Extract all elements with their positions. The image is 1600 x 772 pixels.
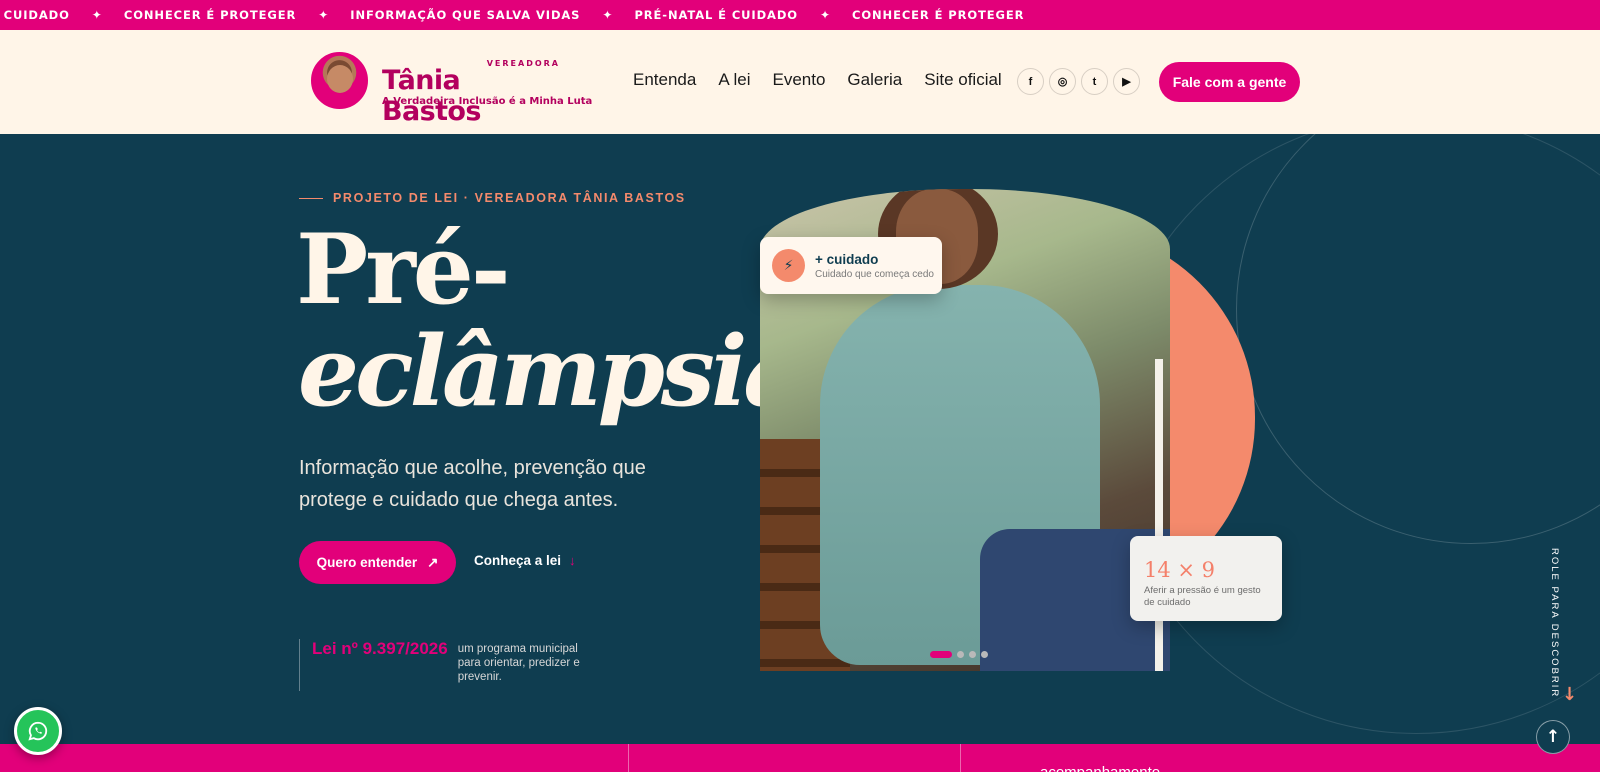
arrow-up-icon: ↑: [1545, 727, 1561, 747]
strip-divider: [960, 744, 961, 772]
strip-divider: [628, 744, 629, 772]
law-description: um programa municipal para orientar, pre…: [457, 643, 580, 683]
site-header: VEREADORA Tânia Bastos A Verdadeira Incl…: [0, 30, 1600, 134]
ticker-item: CONHECER É PROTEGER: [852, 8, 1025, 22]
announcement-ticker: É CUIDADO ✦ CONHECER É PROTEGER ✦ INFORM…: [0, 0, 1600, 30]
ticker-star-icon: ✦: [819, 8, 831, 22]
ticker-star-icon: ✦: [91, 8, 102, 22]
arrow-down-icon: ↓: [569, 553, 576, 568]
pressure-value: 14 × 9: [1144, 558, 1216, 582]
hero-title-line2: eclâmpsia: [298, 315, 806, 428]
avatar: [311, 52, 368, 109]
main-nav: Entenda A lei Evento Galeria Site oficia…: [633, 70, 1002, 90]
carousel-dot[interactable]: [969, 651, 976, 658]
nav-link-site-oficial[interactable]: Site oficial: [924, 70, 1001, 90]
pressure-card: 14 × 9 Aferir a pressão é um gesto de cu…: [1130, 536, 1282, 621]
strip-label: acompanhamento: [1040, 764, 1160, 772]
care-card: ⚡ + cuidado Cuidado que começa cedo: [760, 237, 942, 294]
conheca-a-lei-link[interactable]: Conheça a lei ↓: [474, 553, 576, 568]
hero-title-line1: Pré-: [296, 213, 511, 326]
ticker-star-icon: ✦: [318, 8, 329, 22]
logo-tagline: A Verdadeira Inclusão é a Minha Luta: [382, 95, 593, 107]
carousel-dot[interactable]: [957, 651, 964, 658]
stats-strip: acompanhamento: [0, 744, 1600, 772]
facebook-icon[interactable]: f: [1017, 68, 1044, 95]
ticker-item: INFORMAÇÃO QUE SALVA VIDAS: [350, 8, 581, 22]
carousel-dot-active[interactable]: [930, 651, 952, 658]
link-label: Conheça a lei: [474, 553, 562, 568]
hero-media: ⚡ + cuidado Cuidado que começa cedo 14 ×…: [760, 189, 1282, 671]
carousel-dots: [930, 651, 988, 658]
arrow-down-icon[interactable]: ↓: [1562, 684, 1577, 705]
care-card-text: + cuidado Cuidado que começa cedo: [815, 252, 934, 280]
whatsapp-button[interactable]: [14, 707, 62, 755]
care-card-subtitle: Cuidado que começa cedo: [815, 268, 934, 280]
twitter-icon[interactable]: t: [1081, 68, 1108, 95]
nav-link-entenda[interactable]: Entenda: [633, 70, 696, 90]
law-info: Lei nº 9.397/2026 um programa municipal …: [299, 639, 586, 691]
nav-link-galeria[interactable]: Galeria: [847, 70, 902, 90]
hero-eyebrow: PROJETO DE LEI · VEREADORA TÂNIA BASTOS: [299, 191, 686, 205]
law-number: Lei nº 9.397/2026: [312, 639, 448, 658]
back-to-top-button[interactable]: ↑: [1536, 720, 1570, 754]
scroll-hint: ROLE PARA DESCOBRIR: [1549, 548, 1560, 699]
ticker-item: CONHECER É PROTEGER: [123, 8, 297, 22]
eyebrow-text: PROJETO DE LEI · VEREADORA TÂNIA BASTOS: [333, 191, 686, 205]
pressure-subtitle: Aferir a pressão é um gesto de cuidado: [1144, 585, 1261, 608]
logo-text: VEREADORA Tânia Bastos A Verdadeira Incl…: [376, 53, 592, 127]
nav-link-evento[interactable]: Evento: [772, 70, 825, 90]
hero-section: PROJETO DE LEI · VEREADORA TÂNIA BASTOS …: [0, 134, 1600, 744]
ticker-item: É CUIDADO: [0, 8, 70, 22]
nav-link-a-lei[interactable]: A lei: [718, 70, 750, 90]
button-label: Quero entender: [316, 555, 418, 570]
youtube-icon[interactable]: ▶: [1113, 68, 1140, 95]
quero-entender-button[interactable]: Quero entender ↗: [299, 541, 456, 584]
pulse-icon: ⚡: [772, 249, 805, 282]
instagram-icon[interactable]: ◎: [1049, 68, 1076, 95]
care-card-title: + cuidado: [815, 251, 879, 267]
photo-post: [1155, 359, 1163, 671]
ticker-star-icon: ✦: [602, 8, 613, 22]
contact-button[interactable]: Fale com a gente: [1159, 62, 1300, 102]
hero-subtitle: Informação que acolhe, prevenção que pro…: [299, 457, 646, 511]
whatsapp-icon: [28, 721, 48, 741]
arrow-up-right-icon: ↗: [427, 554, 439, 570]
social-links: f ◎ t ▶: [1017, 68, 1140, 95]
carousel-dot[interactable]: [981, 651, 988, 658]
eyebrow-line: [299, 197, 323, 199]
site-logo[interactable]: VEREADORA Tânia Bastos A Verdadeira Incl…: [311, 52, 592, 127]
ticker-track: É CUIDADO ✦ CONHECER É PROTEGER ✦ INFORM…: [0, 0, 1024, 30]
ticker-item: PRÉ-NATAL É CUIDADO: [634, 8, 798, 22]
